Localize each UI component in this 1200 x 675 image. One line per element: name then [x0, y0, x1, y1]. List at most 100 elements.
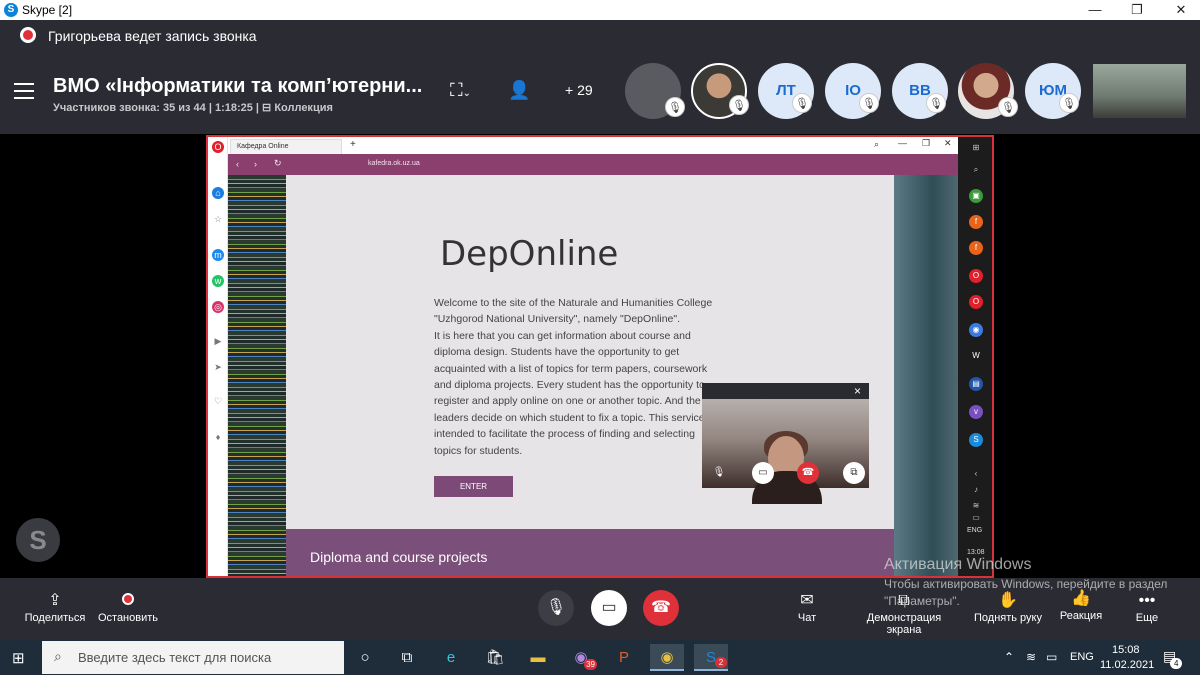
tray-time: 13:08 [967, 549, 985, 556]
tray-chevron-icon[interactable]: ⌃ [1004, 650, 1014, 664]
mic-off-icon: 🎙 [665, 97, 685, 117]
window-title: Skype [2] [22, 3, 73, 17]
close-icon[interactable]: ✕ [944, 138, 952, 149]
back-icon[interactable]: ‹ [236, 159, 239, 169]
skype-logo-icon: S [16, 518, 60, 562]
send-icon[interactable]: ➤ [212, 361, 224, 373]
mic-off-icon: 🎙 [1059, 93, 1079, 113]
participant-avatar[interactable]: 🎙 [625, 63, 685, 119]
edge-icon[interactable]: e [434, 644, 468, 671]
search-icon[interactable]: ⌕ [874, 139, 879, 150]
call-header: ВМО «Інформатики та комп’ютерни... Участ… [0, 50, 1200, 134]
pip-video-icon[interactable]: ▭ [752, 462, 774, 484]
volume-icon[interactable]: ♪ [969, 483, 983, 497]
chevron-icon[interactable]: ‹ [969, 467, 983, 481]
save-icon[interactable]: ▤ [969, 377, 983, 391]
firefox-icon[interactable]: f [969, 241, 983, 255]
powerpoint-icon[interactable]: P [607, 644, 641, 671]
side-image [894, 175, 958, 576]
record-dot-icon [20, 27, 36, 43]
chat-button[interactable]: ✉ Чат [762, 590, 852, 624]
notifications-icon[interactable]: ▤ 4 [1163, 648, 1183, 669]
minimize-icon[interactable]: — [898, 138, 907, 148]
mic-off-icon: 🎙 [792, 93, 812, 113]
star-icon[interactable]: ☆ [212, 213, 224, 225]
pip-close-button[interactable]: × [854, 384, 861, 398]
windows-icon[interactable]: ⊞ [969, 141, 983, 155]
skype-icon[interactable]: S2 [694, 644, 728, 671]
more-participants-button[interactable]: + 29 [565, 82, 593, 98]
url-text[interactable]: kafedra.ok.uz.ua [368, 160, 420, 167]
home-icon[interactable]: ⌂ [212, 187, 224, 199]
opera-sidebar: O ⌂ ☆ m w ◎ ▶ ➤ ♡ ♦ [208, 137, 228, 576]
call-title[interactable]: ВМО «Інформатики та комп’ютерни... [53, 75, 422, 98]
page-intro-text: Welcome to the site of the Naturale and … [434, 297, 713, 457]
mic-off-icon: 🎙 [998, 97, 1018, 117]
heart-icon[interactable]: ♡ [212, 395, 224, 407]
explorer-icon[interactable]: ▬ [521, 644, 555, 671]
add-person-icon[interactable]: 👤 [508, 80, 530, 101]
chrome-icon[interactable]: ◉ [650, 644, 684, 671]
firefox-icon[interactable]: f [969, 215, 983, 229]
stop-recording-button[interactable]: Остановить [83, 590, 173, 624]
app-icon[interactable]: ▣ [969, 189, 983, 203]
pip-expand-icon[interactable]: ⧉ [843, 462, 865, 484]
chat-icon: ✉ [800, 592, 814, 609]
page-title: DepOnline [440, 234, 619, 274]
layout-switch-icon[interactable]: ⛶⌄ [450, 80, 471, 101]
skype-badge: 2 [715, 657, 727, 668]
task-view-icon[interactable]: ⧉ [390, 644, 424, 671]
viber-badge: 39 [584, 659, 597, 670]
close-button[interactable]: ✕ [1166, 1, 1196, 19]
screen-share-label: Демонстрация экрана [866, 612, 942, 636]
messenger-icon[interactable]: m [212, 249, 224, 261]
network-icon[interactable]: ≋ [1026, 650, 1036, 664]
opera-icon[interactable]: O [969, 269, 983, 283]
whatsapp-icon[interactable]: w [212, 275, 224, 287]
self-video-tile[interactable] [1093, 64, 1186, 118]
mic-off-icon: 🎙 [926, 93, 946, 113]
maximize-button[interactable]: ❐ [1122, 1, 1152, 19]
player-icon[interactable]: ▶ [212, 335, 224, 347]
video-toggle-button[interactable]: ▭ [591, 590, 627, 626]
clock-date[interactable]: 11.02.2021 [1100, 659, 1154, 671]
pip-hangup-icon[interactable]: ☎ [797, 462, 819, 484]
taskbar-search[interactable]: ⌕ Введите здесь текст для поиска [42, 641, 344, 674]
browser-tab[interactable]: Кафедра Online [230, 139, 342, 154]
instagram-icon[interactable]: ◎ [212, 301, 224, 313]
viber-icon[interactable]: v [969, 405, 983, 419]
minimize-button[interactable]: — [1080, 1, 1110, 19]
opera-logo-icon: O [212, 141, 224, 153]
bulb-icon[interactable]: ♦ [212, 431, 224, 443]
reload-icon[interactable]: ↻ [274, 158, 282, 169]
cortana-icon[interactable]: ○ [348, 644, 382, 671]
diploma-band: Diploma and course projects [286, 529, 894, 576]
windows-start-icon[interactable]: ⊞ [12, 649, 25, 667]
chrome-icon[interactable]: ◉ [969, 323, 983, 337]
participant-avatar[interactable]: 🎙 [691, 63, 749, 119]
word-icon[interactable]: W [969, 349, 983, 363]
pip-mic-icon[interactable]: 🎙 [708, 462, 730, 484]
forward-icon[interactable]: › [254, 159, 257, 169]
enter-button[interactable]: ENTER [434, 476, 513, 497]
battery-icon[interactable]: ▭ [1046, 650, 1057, 664]
viber-icon[interactable]: ◉ 39 [564, 644, 598, 671]
opera-icon[interactable]: O [969, 295, 983, 309]
pip-video[interactable]: × 🎙 ▭ ☎ ⧉ [702, 383, 869, 504]
windows-taskbar: ⊞ ⌕ Введите здесь текст для поиска ○ ⧉ e… [0, 640, 1200, 675]
skype-icon[interactable]: S [969, 433, 983, 447]
participant-avatar[interactable]: 🎙 [958, 63, 1018, 119]
maximize-icon[interactable]: ❐ [922, 138, 930, 149]
search-icon[interactable]: ⌕ [969, 163, 983, 177]
mute-mic-button[interactable]: 🎙 [538, 590, 574, 626]
recording-banner: Григорьева ведет запись звонка [0, 20, 1200, 50]
new-tab-icon[interactable]: + [350, 139, 356, 150]
skype-app-icon: S [4, 3, 18, 17]
notes-icon[interactable]: ▭ [969, 511, 983, 525]
clock-time[interactable]: 15:08 [1112, 644, 1140, 656]
mic-off-icon: 🎙 [729, 95, 749, 115]
language-indicator[interactable]: ENG [1070, 651, 1094, 663]
hangup-button[interactable]: ☎ [643, 590, 679, 626]
store-icon[interactable]: 🛍 [478, 644, 512, 671]
menu-icon[interactable] [14, 83, 34, 99]
